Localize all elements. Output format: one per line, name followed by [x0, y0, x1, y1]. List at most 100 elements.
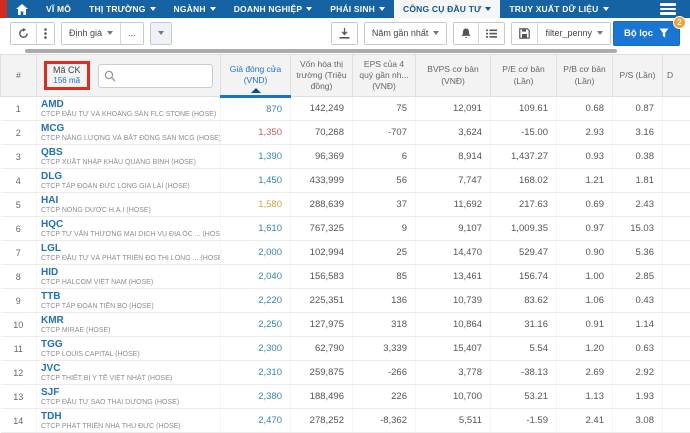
search-icon [104, 70, 116, 82]
home-button[interactable] [7, 0, 37, 18]
nav-item-truy-xuat-du-lieu[interactable]: TRUY XUẤT DỮ LIỆU [500, 0, 617, 18]
ps-cell: 2.92 [613, 361, 663, 385]
ticker-cell: JVCCTCP THIẾT BỊ Y TẾ VIỆT NHẬT (HOSE) [37, 361, 221, 385]
save-filter-button[interactable] [512, 23, 537, 44]
table-row[interactable]: 13SJFCTCP ĐẦU TƯ SAO THÁI DƯƠNG (HOSE)2,… [1, 385, 690, 409]
column-header-index: # [1, 55, 37, 97]
column-header-ticker: Mã CK 156 mã [37, 55, 221, 97]
table-row[interactable]: 3QBSCTCP XUẤT NHẬP KHẨU QUẢNG BÌNH (HOSE… [1, 145, 690, 169]
bvps-cell: 7,747 [416, 169, 491, 193]
ticker-link[interactable]: AMD [41, 99, 220, 110]
pe-cell: 1,437.27 [491, 145, 557, 169]
list-icon [486, 28, 497, 39]
saved-filter-dropdown[interactable]: filter_penny [537, 23, 610, 44]
ticker-count-label: 156 mã [53, 76, 81, 86]
valuation-dropdown[interactable]: Định giá [62, 23, 120, 44]
table-row[interactable]: 10KMRCTCP MIRAE (HOSE)2,250127,97531810,… [1, 313, 690, 337]
ticker-link[interactable]: JVC [41, 363, 220, 374]
ticker-link[interactable]: SJF [41, 387, 220, 398]
filter-button-label: Bộ lọc [624, 28, 653, 39]
truncated-col-cell [663, 193, 690, 217]
eps-cell: 318 [353, 313, 416, 337]
company-name: CTCP LOUIS CAPITAL (HOSE) [41, 350, 220, 359]
ticker-header-label: Mã CK [53, 65, 81, 76]
ticker-link[interactable]: HQC [41, 219, 220, 230]
alert-button[interactable] [454, 23, 478, 44]
ticker-link[interactable]: QBS [41, 147, 220, 158]
period-dropdown[interactable]: Năm gần nhất [365, 23, 447, 44]
chevron-down-icon [379, 7, 385, 11]
nav-item-nganh[interactable]: NGÀNH [165, 0, 225, 18]
ticker-link[interactable]: TTB [41, 291, 220, 302]
more-options-button[interactable] [36, 23, 54, 44]
ticker-link[interactable]: HID [41, 267, 220, 278]
ticker-cell: LGLCTCP ĐẦU TƯ VÀ PHÁT TRIỂN ĐÔ THỊ LONG… [37, 241, 221, 265]
refresh-button[interactable] [11, 23, 36, 44]
table-row[interactable]: 9TTBCTCP TẬP ĐOÀN TIẾN BỘ (HOSE)2,220225… [1, 289, 690, 313]
ticker-link[interactable]: DLG [41, 171, 220, 182]
nav-item-doanh-nghiep[interactable]: DOANH NGHIỆP [225, 0, 322, 18]
table-row[interactable]: 11TGGCTCP LOUIS CAPITAL (HOSE)2,30062,79… [1, 337, 690, 361]
column-header-eps[interactable]: EPS của 4 quý gần nh... (VNĐ) [353, 55, 416, 97]
column-header-pe[interactable]: P/E cơ bản (Lần) [491, 55, 557, 97]
table-row[interactable]: 14TDHCTCP PHÁT TRIỂN NHÀ THỦ ĐỨC (HOSE)2… [1, 409, 690, 433]
brand-stripe [0, 0, 7, 18]
ticker-cell: KMRCTCP MIRAE (HOSE) [37, 313, 221, 337]
scrollbar-thumb[interactable] [25, 49, 617, 53]
eps-cell: 6 [353, 145, 416, 169]
ticker-link[interactable]: TDH [41, 411, 220, 422]
table-row[interactable]: 8HIDCTCP HALCOM VIỆT NAM (HOSE)2,040156,… [1, 265, 690, 289]
column-header-pb[interactable]: P/B cơ bản (Lần) [557, 55, 613, 97]
truncated-col-cell [663, 241, 690, 265]
ticker-link[interactable]: HAI [41, 195, 220, 206]
table-row[interactable]: 6HQCCTCP TƯ VẤN THƯƠNG MẠI DỊCH VỤ ĐỊA Ố… [1, 217, 690, 241]
column-header-ps[interactable]: P/S (Lần) [613, 55, 663, 97]
table-body: 1AMDCTCP ĐẦU TƯ VÀ KHOÁNG SẢN FLC STONE … [1, 97, 690, 433]
column-header-marketcap[interactable]: Vốn hóa thị trường (Triệu đồng) [291, 55, 353, 97]
table-row[interactable]: 4DLGCTCP TẬP ĐOÀN ĐỨC LONG GIA LAI (HOSE… [1, 169, 690, 193]
ticker-cell: TDHCTCP PHÁT TRIỂN NHÀ THỦ ĐỨC (HOSE) [37, 409, 221, 433]
ps-cell: 3.16 [613, 121, 663, 145]
filter-button[interactable]: Bộ lọc 2 [613, 21, 680, 46]
table-row[interactable]: 12JVCCTCP THIẾT BỊ Y TẾ VIỆT NHẬT (HOSE)… [1, 361, 690, 385]
pb-cell: 0.93 [557, 145, 613, 169]
marketcap-cell: 259,875 [291, 361, 353, 385]
mini-dropdown[interactable] [151, 23, 171, 44]
table-row[interactable]: 2MCGCTCP NĂNG LƯỢNG VÀ BẤT ĐỘNG SẢN MCG … [1, 121, 690, 145]
table-row[interactable]: 7LGLCTCP ĐẦU TƯ VÀ PHÁT TRIỂN ĐÔ THỊ LON… [1, 241, 690, 265]
ticker-link[interactable]: LGL [41, 243, 220, 254]
truncated-col-cell [663, 337, 690, 361]
eps-cell: 56 [353, 169, 416, 193]
ticker-link[interactable]: MCG [41, 123, 220, 134]
pe-cell: -38.13 [491, 361, 557, 385]
company-name: CTCP TƯ VẤN THƯƠNG MẠI DỊCH VỤ ĐỊA ỐC ..… [41, 230, 220, 239]
chevron-down-icon [597, 31, 603, 35]
eps-cell: 25 [353, 241, 416, 265]
ps-cell: 2.85 [613, 265, 663, 289]
refresh-icon [18, 28, 29, 39]
truncated-col-cell [663, 217, 690, 241]
table-header: # Mã CK 156 mã Giá đóng cửa (VND) Vốn hó… [1, 55, 690, 97]
ellipsis-button[interactable]: ... [120, 23, 143, 44]
chevron-down-icon [306, 7, 312, 11]
truncated-col-cell [663, 289, 690, 313]
pb-cell: 1.00 [557, 265, 613, 289]
row-index: 3 [1, 145, 37, 169]
chevron-down-icon [150, 7, 156, 11]
column-header-close-price[interactable]: Giá đóng cửa (VND) [221, 55, 291, 97]
row-index: 9 [1, 289, 37, 313]
watchlist-button[interactable] [478, 23, 504, 44]
ticker-link[interactable]: TGG [41, 339, 220, 350]
home-icon [16, 4, 28, 15]
column-header-bvps[interactable]: BVPS cơ bản (VNĐ) [416, 55, 491, 97]
nav-item-cong-cu-dau-tu[interactable]: CÔNG CỤ ĐẦU TƯ [394, 0, 500, 18]
marketcap-cell: 96,369 [291, 145, 353, 169]
download-button[interactable] [332, 23, 357, 44]
nav-item-phai-sinh[interactable]: PHÁI SINH [321, 0, 394, 18]
nav-item-thi-truong[interactable]: THỊ TRƯỜNG [80, 0, 164, 18]
table-row[interactable]: 1AMDCTCP ĐẦU TƯ VÀ KHOÁNG SẢN FLC STONE … [1, 97, 690, 121]
ticker-link[interactable]: KMR [41, 315, 220, 326]
column-header-truncated[interactable]: D [663, 55, 690, 97]
nav-item-vi-mo[interactable]: VĨ MÔ [37, 0, 80, 18]
table-row[interactable]: 5HAICTCP NÔNG DƯỢC H.A.I (HOSE)1,580288,… [1, 193, 690, 217]
